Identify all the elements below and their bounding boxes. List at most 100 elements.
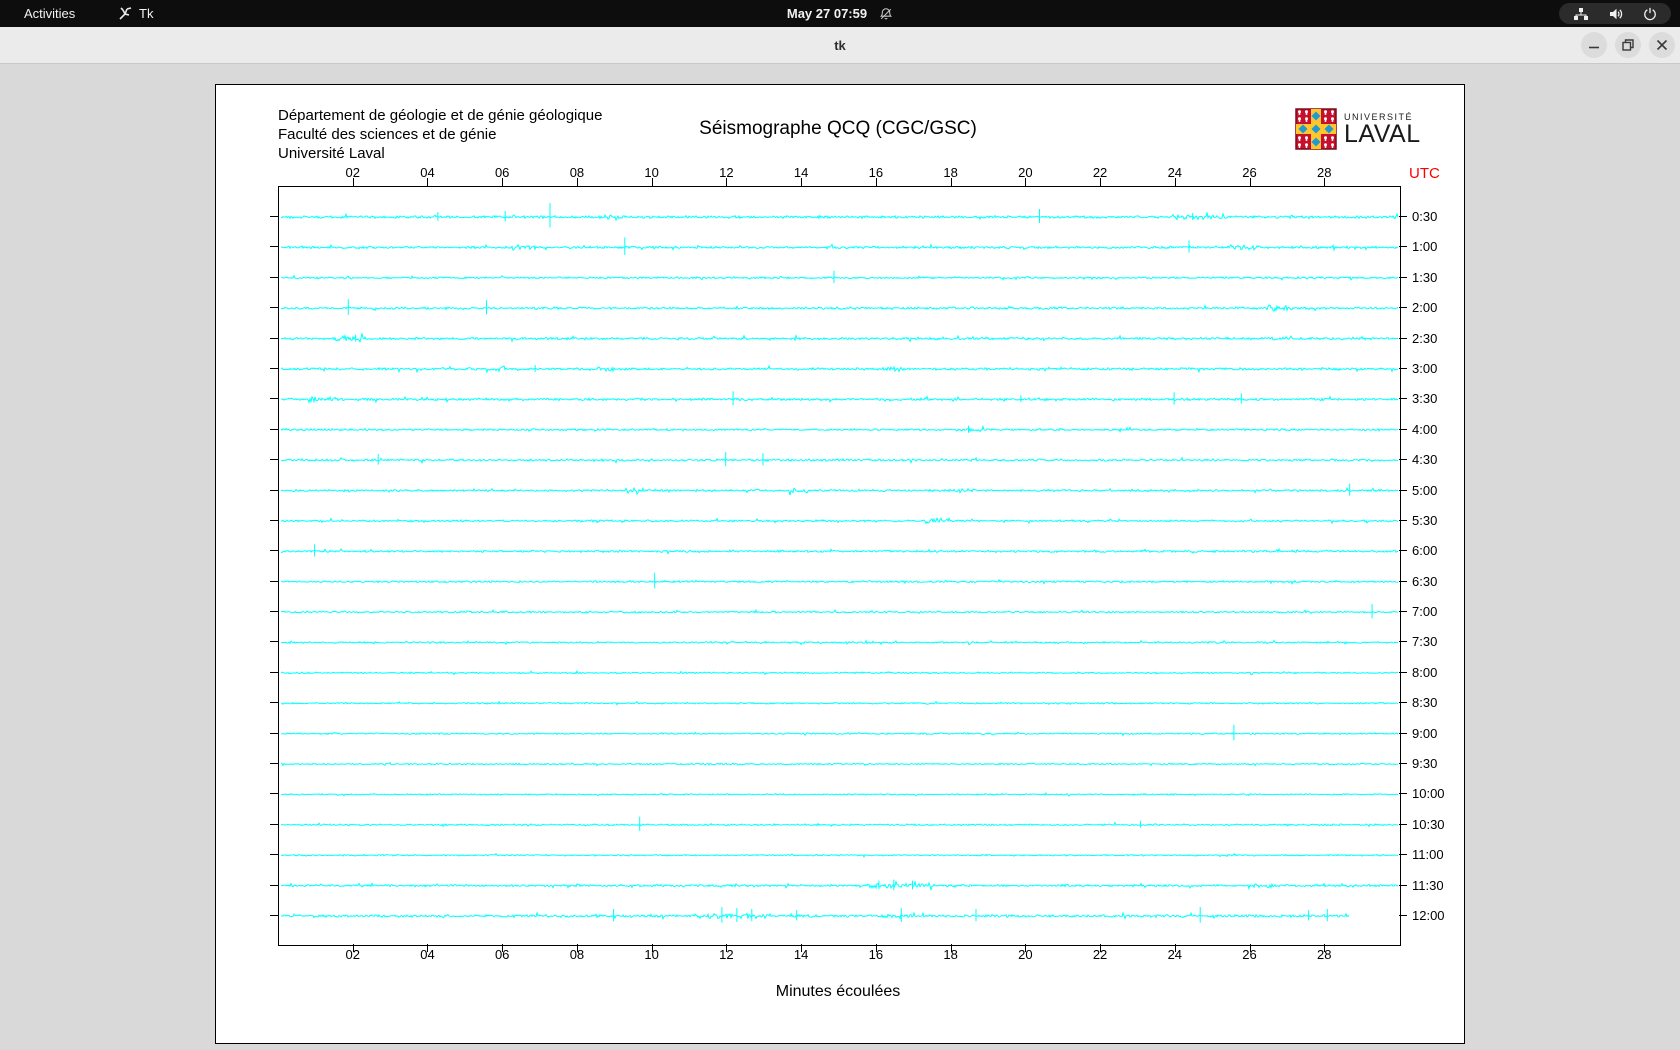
clock-area: May 27 07:59 xyxy=(0,0,1680,27)
time-tick-label: 4:00 xyxy=(1412,421,1438,437)
bottom-axis-tick-label: 24 xyxy=(1167,947,1183,962)
bottom-axis-tick-label: 14 xyxy=(793,947,809,962)
left-row-tick xyxy=(270,823,278,825)
left-row-tick xyxy=(270,611,278,613)
time-tick-label: 11:30 xyxy=(1412,877,1444,893)
bottom-axis-tick-label: 16 xyxy=(868,947,884,962)
time-tick-label: 7:30 xyxy=(1412,634,1438,650)
trace-row-7:00 xyxy=(280,604,1399,619)
trace-row-6:30 xyxy=(280,572,1399,589)
trace-row-9:30 xyxy=(280,761,1399,767)
bottom-axis-tick-label: 08 xyxy=(569,947,585,962)
left-row-tick xyxy=(270,307,278,309)
trace-row-3:00 xyxy=(280,364,1399,374)
minimize-button[interactable] xyxy=(1581,32,1607,58)
top-axis-tick-label: 18 xyxy=(943,165,958,180)
left-row-tick xyxy=(270,246,278,248)
trace-row-8:30 xyxy=(280,700,1399,706)
left-row-tick xyxy=(270,732,278,734)
left-row-tick xyxy=(270,367,278,369)
time-tick-label: 3:00 xyxy=(1412,360,1438,376)
top-axis-tick-label: 04 xyxy=(420,165,435,180)
network-icon xyxy=(1573,7,1589,21)
left-row-tick xyxy=(270,398,278,400)
left-row-tick xyxy=(270,459,278,461)
logo-laval-text: LAVAL xyxy=(1344,120,1421,148)
power-icon xyxy=(1643,7,1657,21)
trace-row-7:30 xyxy=(280,639,1399,646)
time-tick-label: 12:00 xyxy=(1412,907,1445,923)
x-axis-title: Minutes écoulées xyxy=(775,983,901,1000)
left-row-tick xyxy=(270,793,278,795)
time-tick-label: 10:00 xyxy=(1412,786,1445,802)
trace-row-4:30 xyxy=(280,452,1399,467)
time-tick-label: 8:00 xyxy=(1412,664,1438,680)
time-tick-label: 2:00 xyxy=(1412,300,1438,316)
trace-row-4:00 xyxy=(280,424,1399,434)
activities-button[interactable]: Activities xyxy=(24,0,75,27)
bottom-axis-tick-label: 20 xyxy=(1018,947,1033,962)
time-tick-label: 3:30 xyxy=(1412,391,1438,407)
maximize-button[interactable] xyxy=(1615,32,1641,58)
left-row-tick xyxy=(270,276,278,278)
left-row-tick xyxy=(270,550,278,552)
trace-row-2:00 xyxy=(280,299,1399,315)
time-tick-label: 4:30 xyxy=(1412,452,1438,468)
time-tick-label: 7:00 xyxy=(1412,604,1438,620)
bottom-axis-tick-label: 22 xyxy=(1092,947,1108,962)
trace-row-0:30 xyxy=(280,203,1399,228)
top-axis-tick-label: 16 xyxy=(868,165,884,180)
time-tick-label: 5:30 xyxy=(1412,512,1438,528)
window-title-bar[interactable]: tk xyxy=(0,27,1680,64)
bottom-axis-tick-label: 10 xyxy=(644,947,659,962)
system-status-area[interactable] xyxy=(1559,3,1671,24)
left-row-tick xyxy=(270,854,278,856)
notifications-off-icon xyxy=(879,7,893,21)
trace-row-11:00 xyxy=(280,852,1399,858)
trace-row-8:00 xyxy=(280,669,1399,676)
bottom-axis-tick-label: 28 xyxy=(1317,947,1332,962)
top-axis-tick-label: 02 xyxy=(345,165,360,180)
window-title: tk xyxy=(834,37,846,53)
time-tick-label: 0:30 xyxy=(1412,209,1438,224)
clock-button[interactable]: May 27 07:59 xyxy=(787,6,893,21)
top-axis-tick-label: 20 xyxy=(1018,165,1033,180)
focused-app-menu[interactable]: Tk xyxy=(118,0,153,27)
time-tick-label: 11:00 xyxy=(1412,847,1444,863)
clock-label: May 27 07:59 xyxy=(786,6,868,21)
gnome-top-bar: Activities Tk May 27 07:59 xyxy=(0,0,1680,27)
top-axis-tick-label: 28 xyxy=(1317,165,1332,180)
time-tick-label: 6:30 xyxy=(1412,573,1438,589)
time-tick-label: 10:30 xyxy=(1412,816,1445,832)
top-axis-tick-label: 12 xyxy=(719,165,734,180)
trace-row-5:30 xyxy=(280,516,1399,525)
top-axis-tick-label: 14 xyxy=(793,165,809,180)
trace-row-1:00 xyxy=(281,237,1399,255)
seismograph-canvas: Département de géologie et de génie géol… xyxy=(215,84,1465,1044)
time-tick-label: 9:30 xyxy=(1412,756,1438,772)
time-tick-label: 6:00 xyxy=(1412,543,1438,559)
bottom-axis-tick-label: 02 xyxy=(345,947,360,962)
bottom-axis-tick-label: 12 xyxy=(719,947,734,962)
trace-row-3:30 xyxy=(280,391,1399,406)
left-row-tick xyxy=(270,216,278,217)
app-name-label: Tk xyxy=(139,6,154,21)
trace-row-12:00 xyxy=(281,907,1350,923)
tk-icon xyxy=(118,6,133,21)
top-axis-tick-label: 22 xyxy=(1092,165,1108,180)
bottom-axis-tick-label: 18 xyxy=(943,947,958,962)
bottom-axis-tick-label: 04 xyxy=(420,947,435,962)
trace-row-11:30 xyxy=(280,879,1399,891)
volume-icon xyxy=(1608,7,1624,21)
left-row-tick xyxy=(270,641,278,643)
time-tick-label: 5:00 xyxy=(1412,482,1438,498)
trace-row-5:00 xyxy=(280,483,1399,496)
plot-title: Séismographe QCQ (CGC/GSC) xyxy=(699,118,977,139)
trace-row-10:30 xyxy=(280,816,1399,831)
left-row-tick xyxy=(270,519,278,521)
left-row-tick xyxy=(270,884,278,886)
bottom-axis-tick-label: 06 xyxy=(494,947,510,962)
left-row-tick xyxy=(270,489,278,491)
close-button[interactable] xyxy=(1649,32,1675,58)
trace-row-9:00 xyxy=(281,724,1399,741)
